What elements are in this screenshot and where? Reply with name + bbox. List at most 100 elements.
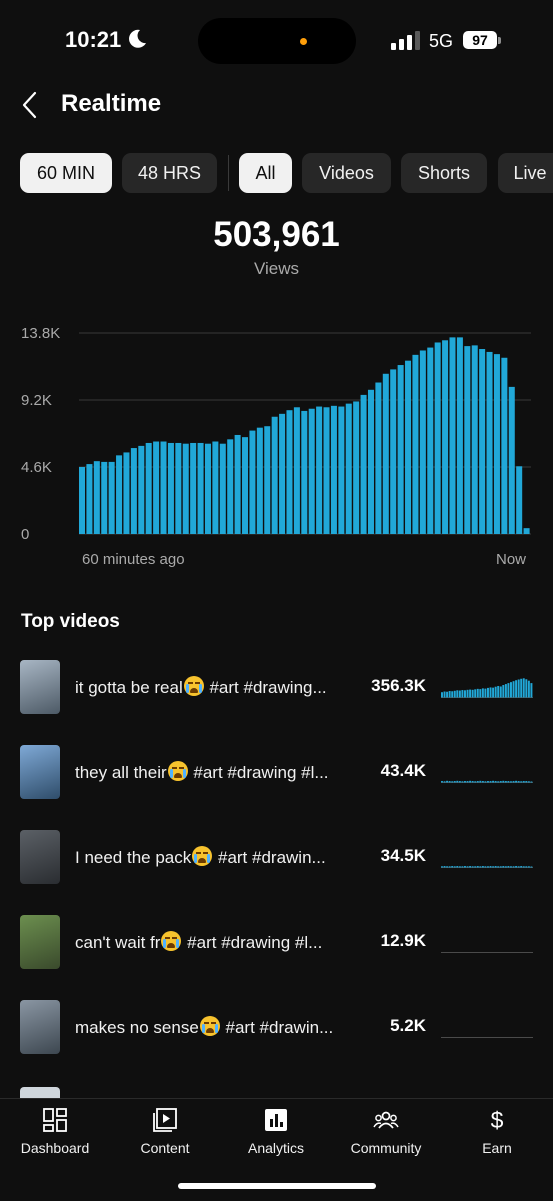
sparkline-bar xyxy=(527,680,530,698)
chart-bar[interactable] xyxy=(256,427,263,534)
chart-bar[interactable] xyxy=(116,455,123,534)
chart-bar[interactable] xyxy=(471,345,478,534)
video-tags: #art #drawing... xyxy=(204,678,327,697)
chart-bar[interactable] xyxy=(330,405,337,534)
chart-bar[interactable] xyxy=(308,408,315,534)
chart-bar[interactable] xyxy=(434,342,441,534)
sparkline-bar xyxy=(527,781,530,783)
chart-bar[interactable] xyxy=(145,442,152,534)
chart-bar[interactable] xyxy=(486,351,493,534)
chart-bar[interactable] xyxy=(101,461,108,534)
chart-bar[interactable] xyxy=(212,441,219,534)
sparkline-bar xyxy=(497,866,500,868)
chart-bar[interactable] xyxy=(249,430,256,534)
sparkline-bar xyxy=(510,682,512,698)
chip-48-hrs[interactable]: 48 HRS xyxy=(122,153,217,193)
chart-bar[interactable] xyxy=(167,442,174,534)
chart-bar[interactable] xyxy=(93,461,100,534)
nav-item-dashboard[interactable]: Dashboard xyxy=(0,1107,110,1156)
chart-bar[interactable] xyxy=(479,349,486,534)
chart-bar[interactable] xyxy=(523,528,530,534)
chart-bar[interactable] xyxy=(271,416,278,534)
top-video-row[interactable]: they all their #art #drawing #l... 43.4K xyxy=(0,745,553,830)
chart-bar[interactable] xyxy=(279,413,286,534)
chart-bar[interactable] xyxy=(190,442,197,534)
chart-bar[interactable] xyxy=(138,445,145,534)
sparkline-bar xyxy=(481,866,484,868)
chart-bar[interactable] xyxy=(160,441,167,534)
chart-bar[interactable] xyxy=(412,354,419,534)
chart-bar[interactable] xyxy=(501,357,508,534)
chart-bar[interactable] xyxy=(108,461,115,534)
chip-live[interactable]: Live xyxy=(498,153,553,193)
chart-bar[interactable] xyxy=(316,406,323,534)
chart-bar[interactable] xyxy=(508,386,515,534)
sparkline-bar xyxy=(510,781,512,783)
chart-bar[interactable] xyxy=(390,369,397,534)
video-sparkline xyxy=(441,1037,533,1038)
chart-bar[interactable] xyxy=(130,448,137,534)
chart-bar[interactable] xyxy=(301,410,308,534)
top-video-row[interactable]: can't wait fr #art #drawing #l... 12.9K xyxy=(0,915,553,1000)
nav-item-content[interactable]: Content xyxy=(110,1107,220,1156)
top-video-row[interactable]: makes no sense #art #drawin... 5.2K xyxy=(0,1000,553,1085)
chip-shorts[interactable]: Shorts xyxy=(401,153,487,193)
sparkline-bar xyxy=(520,866,523,868)
crying-emoji-icon xyxy=(199,1016,220,1036)
chart-bar[interactable] xyxy=(419,350,426,534)
chart-bar[interactable] xyxy=(323,407,330,534)
chart-bar[interactable] xyxy=(234,434,241,534)
chart-bar[interactable] xyxy=(397,365,404,534)
sparkline-bar xyxy=(530,683,533,698)
sparkline-bar xyxy=(522,781,525,783)
chip-videos[interactable]: Videos xyxy=(302,153,391,193)
chart-bar[interactable] xyxy=(442,340,449,534)
chart-bar[interactable] xyxy=(286,410,293,534)
nav-item-analytics[interactable]: Analytics xyxy=(221,1107,331,1156)
sparkline-bar xyxy=(484,781,487,783)
sparkline-bar xyxy=(446,780,449,783)
battery-icon: 97 xyxy=(463,31,497,49)
sparkline-bar xyxy=(512,681,515,698)
top-video-row[interactable]: it gotta be real #art #drawing... 356.3K xyxy=(0,660,553,745)
chart-bar[interactable] xyxy=(375,382,382,534)
chart-bar[interactable] xyxy=(405,360,412,534)
chart-bar[interactable] xyxy=(493,354,500,534)
chart-bar[interactable] xyxy=(367,389,374,534)
chart-bar[interactable] xyxy=(182,443,189,534)
chart-bar[interactable] xyxy=(227,439,234,534)
chart-bar[interactable] xyxy=(293,407,300,534)
sparkline-bar xyxy=(469,780,472,783)
chart-bar[interactable] xyxy=(464,346,471,534)
chip-60-min[interactable]: 60 MIN xyxy=(20,153,112,193)
chart-bar[interactable] xyxy=(449,337,456,534)
back-arrow-icon[interactable] xyxy=(18,90,44,120)
chart-bar[interactable] xyxy=(123,452,130,534)
chart-bar[interactable] xyxy=(427,347,434,534)
sparkline-bar xyxy=(497,781,500,783)
chart-bar[interactable] xyxy=(153,441,160,534)
page-title: Realtime xyxy=(61,90,162,117)
top-video-row[interactable]: I need the pack #art #drawin... 34.5K xyxy=(0,830,553,915)
chip-all[interactable]: All xyxy=(239,153,292,193)
sparkline-bar xyxy=(479,866,482,868)
chart-bar[interactable] xyxy=(204,443,211,534)
chart-bar[interactable] xyxy=(264,426,271,534)
chart-bar[interactable] xyxy=(338,406,345,534)
chart-bar[interactable] xyxy=(197,442,204,534)
sparkline-bar xyxy=(441,781,443,783)
nav-item-community[interactable]: Community xyxy=(331,1107,441,1156)
chart-bar[interactable] xyxy=(353,401,360,534)
chart-bar[interactable] xyxy=(242,437,249,534)
chart-bar[interactable] xyxy=(79,467,86,534)
chart-bar[interactable] xyxy=(516,466,523,534)
nav-item-earn[interactable]: $ Earn xyxy=(442,1107,552,1156)
chart-bar[interactable] xyxy=(219,443,226,534)
chart-bar[interactable] xyxy=(175,442,182,534)
chart-bar[interactable] xyxy=(456,337,463,534)
chart-bar[interactable] xyxy=(360,394,367,534)
chart-bar[interactable] xyxy=(86,464,93,534)
sparkline-bar xyxy=(492,687,495,698)
chart-bar[interactable] xyxy=(382,373,389,534)
chart-bar[interactable] xyxy=(345,403,352,534)
